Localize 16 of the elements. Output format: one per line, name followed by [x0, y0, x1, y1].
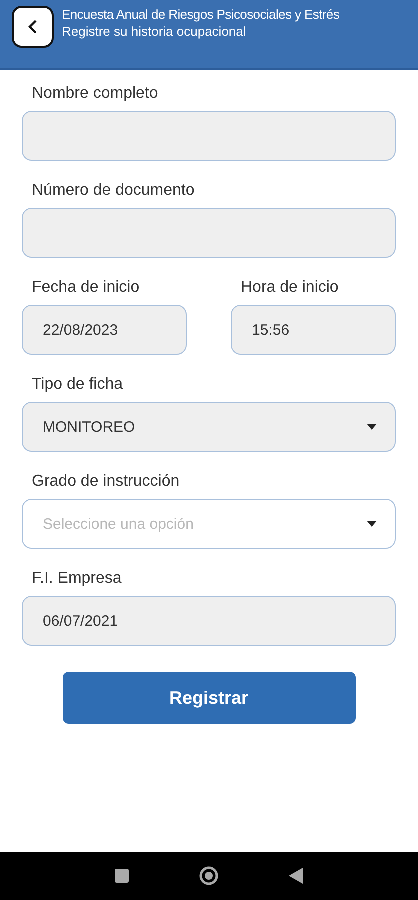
caret-down-icon [367, 521, 377, 527]
field-label: Hora de inicio [240, 278, 340, 297]
field-label: Número de documento [31, 181, 196, 200]
field-label: Tipo de ficha [31, 375, 124, 394]
field-label: Nombre completo [31, 84, 160, 103]
field-label: Fecha de inicio [31, 278, 141, 297]
back-button[interactable] [12, 6, 54, 48]
home-nav-icon[interactable] [199, 866, 219, 886]
back-nav-icon[interactable] [289, 868, 303, 884]
screen-subtitle: Registre su historia ocupacional [62, 23, 248, 40]
field-label: F.I. Empresa [31, 569, 123, 588]
chevron-left-icon [28, 19, 38, 35]
screen-title: Encuesta Anual de Riesgos Psicosociales y Estrés [62, 6, 340, 23]
caret-down-icon [367, 424, 377, 430]
field-label: Grado de instrucción [31, 472, 181, 491]
register-button[interactable]: Registrar [62, 672, 356, 724]
